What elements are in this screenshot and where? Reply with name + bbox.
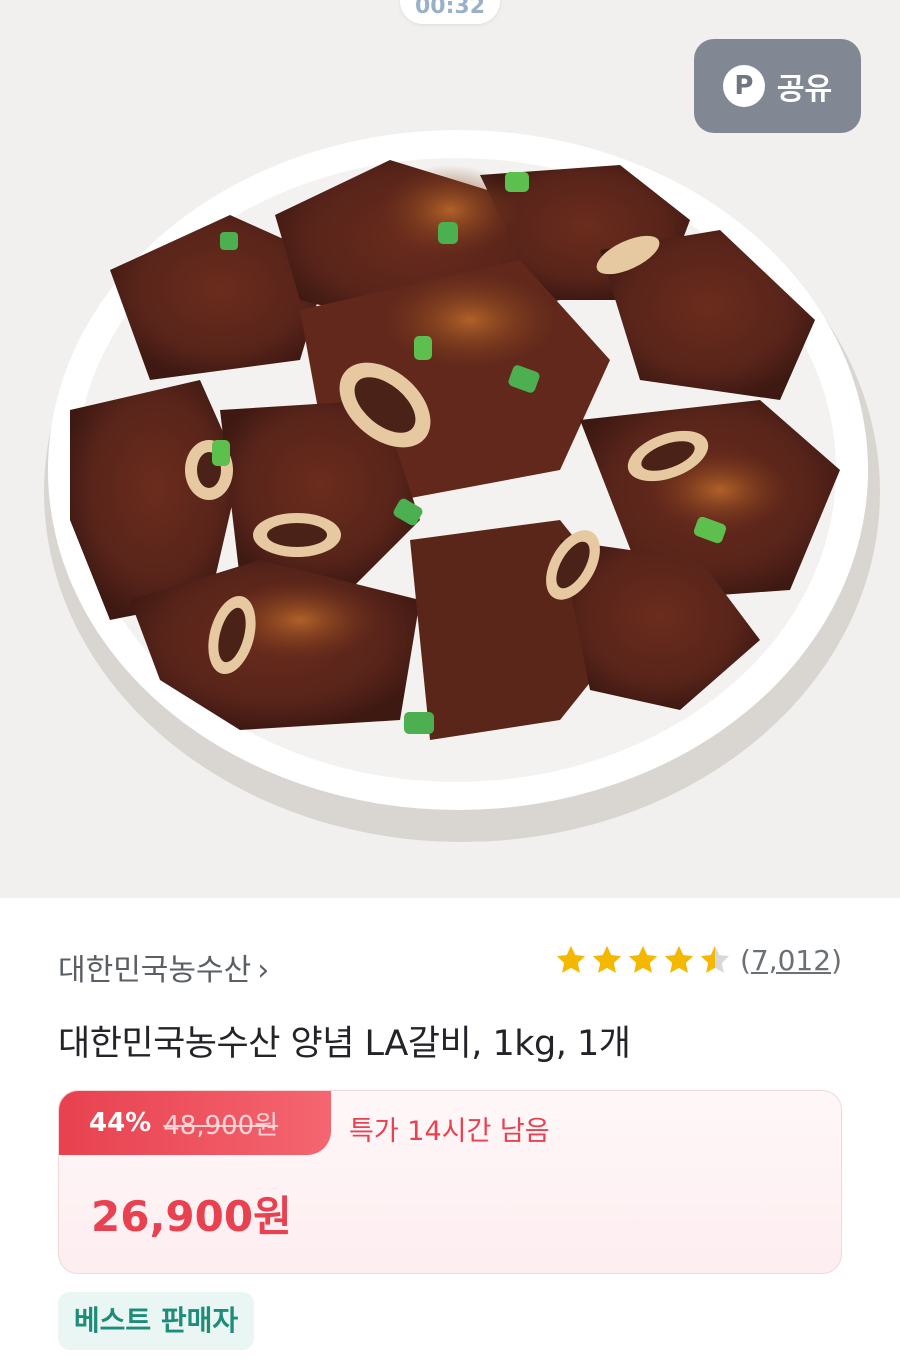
- price-card: 44% 48,900원 특가 14시간 남음 26,900원: [58, 1090, 842, 1274]
- star-icon: [664, 945, 694, 973]
- discount-percent: 44%: [89, 1108, 152, 1138]
- seller-name: 대한민국농수산: [58, 953, 252, 988]
- best-seller-badge: 베스트 판매자: [58, 1292, 254, 1350]
- timer-pill: 00:32: [400, 0, 500, 24]
- star-half-icon: [700, 945, 730, 973]
- discount-chip: 44% 48,900원: [59, 1091, 331, 1155]
- star-icon: [556, 945, 586, 973]
- rating[interactable]: (7,012): [554, 943, 842, 977]
- star-rating: [554, 943, 732, 977]
- share-label: 공유: [776, 72, 833, 107]
- chevron-right-icon: ›: [257, 953, 270, 988]
- product-photo: [44, 130, 880, 842]
- original-price: 48,900원: [163, 1110, 279, 1141]
- sale-price: 26,900원: [91, 1192, 292, 1241]
- star-icon: [592, 945, 622, 973]
- review-count-number: 7,012: [750, 943, 832, 977]
- star-icon: [628, 945, 658, 973]
- p-circle-icon: P: [722, 65, 765, 107]
- seller-link[interactable]: 대한민국농수산 ›: [58, 945, 269, 989]
- share-button[interactable]: P 공유: [694, 39, 861, 133]
- review-count[interactable]: (7,012): [740, 944, 842, 977]
- product-image-area[interactable]: 00:32 P 공유: [0, 0, 900, 898]
- product-title: 대한민국농수산 양념 LA갈비, 1kg, 1개: [58, 1024, 631, 1064]
- deal-timer-text: 특가 14시간 남음: [349, 1116, 550, 1147]
